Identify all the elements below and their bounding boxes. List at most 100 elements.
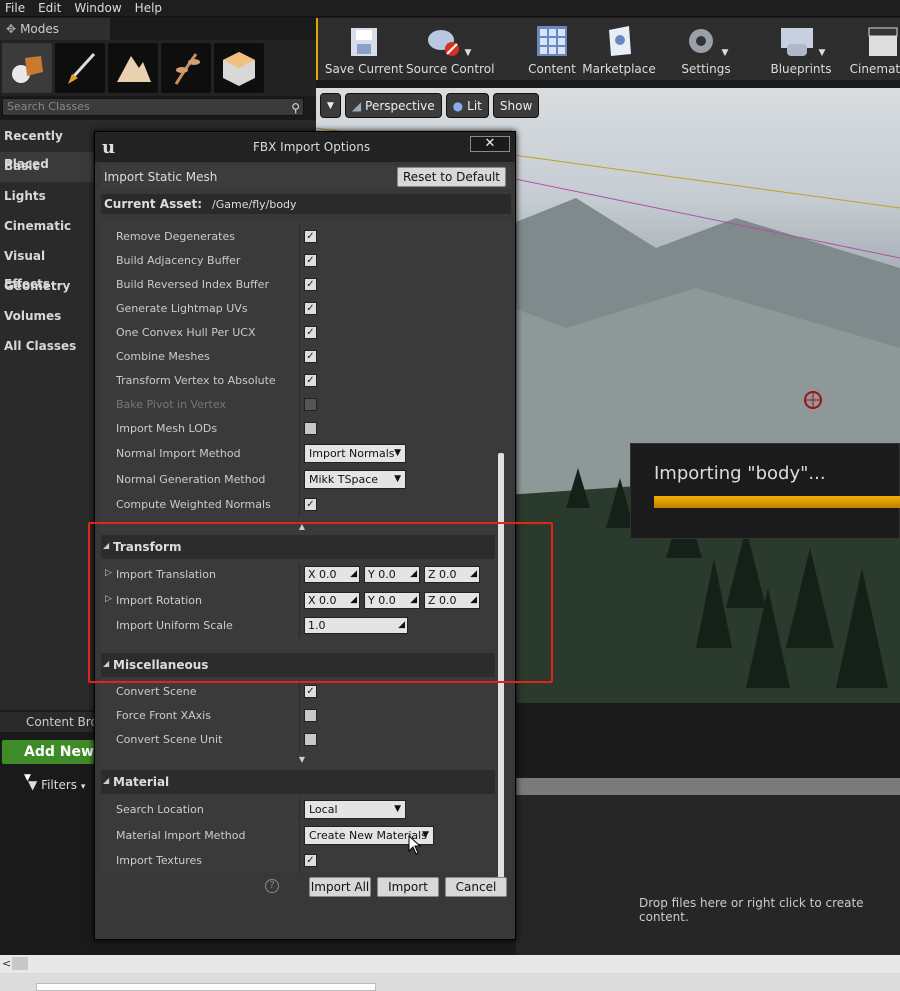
chevron-down-icon: ▼	[721, 48, 729, 58]
one-convex-hull-checkbox[interactable]: ✓	[304, 326, 317, 339]
landscape-icon	[117, 56, 151, 82]
option-import-textures: Import Textures ✓	[101, 849, 503, 873]
option-search-location: Search Location Local ▼	[101, 798, 503, 822]
menu-window[interactable]: Window	[69, 0, 129, 16]
build-reversed-index-buffer-checkbox[interactable]: ✓	[304, 278, 317, 291]
chevron-down-icon: ▼	[422, 830, 429, 840]
transform-vertex-checkbox[interactable]: ✓	[304, 374, 317, 387]
category-geometry[interactable]: Geometry	[0, 272, 95, 302]
cancel-button[interactable]: Cancel	[445, 877, 507, 897]
foliage-icon	[174, 53, 200, 85]
option-generate-lightmap-uvs: Generate Lightmap UVs ✓	[101, 297, 503, 321]
landscape-mode-button[interactable]	[108, 43, 158, 93]
category-volumes[interactable]: Volumes	[0, 302, 95, 332]
menu-edit[interactable]: Edit	[33, 0, 69, 16]
geometry-edit-icon	[223, 52, 255, 86]
remove-degenerates-checkbox[interactable]: ✓	[304, 230, 317, 243]
import-button[interactable]: Import	[377, 877, 439, 897]
option-bake-pivot-in-vertex: Bake Pivot in Vertex	[101, 393, 503, 417]
scroll-left-icon[interactable]: <	[2, 957, 11, 970]
category-all-classes[interactable]: All Classes	[0, 332, 95, 362]
option-material-import-method: Material Import Method Create New Materia…	[101, 824, 503, 848]
generate-lightmap-uvs-checkbox[interactable]: ✓	[304, 302, 317, 315]
material-section-header[interactable]: ◢ Material	[101, 770, 503, 794]
search-icon: ⚲	[291, 101, 300, 115]
menu-file[interactable]: File	[0, 0, 33, 16]
option-convert-scene-unit: Convert Scene Unit	[101, 728, 503, 752]
option-convert-scene: Convert Scene ✓	[101, 680, 503, 704]
mouse-cursor-icon	[408, 835, 422, 855]
source-control-icon	[427, 30, 459, 56]
search-location-dropdown[interactable]: Local ▼	[304, 800, 406, 819]
lit-sphere-icon: ●	[452, 98, 464, 113]
foliage-mode-button[interactable]	[161, 43, 211, 93]
close-button[interactable]: ✕	[470, 136, 510, 152]
import-all-button[interactable]: Import All	[309, 877, 371, 897]
window-taskbar	[0, 973, 900, 991]
geometry-edit-mode-button[interactable]	[214, 43, 264, 93]
combine-meshes-checkbox[interactable]: ✓	[304, 350, 317, 363]
normal-generation-method-dropdown[interactable]: Mikk TSpace ▼	[304, 470, 406, 489]
content-button[interactable]: Content	[524, 20, 580, 76]
import-textures-checkbox[interactable]: ✓	[304, 854, 317, 867]
cinematics-button[interactable]: Cinematics	[848, 20, 900, 76]
import-progress-overlay	[630, 443, 900, 539]
reset-to-default-button[interactable]: Reset to Default	[396, 167, 506, 187]
convert-scene-checkbox[interactable]: ✓	[304, 685, 317, 698]
option-remove-degenerates: Remove Degenerates ✓	[101, 225, 503, 249]
settings-button[interactable]: ▼ Settings	[672, 20, 740, 76]
source-control-button[interactable]: ▼ Source Control	[406, 20, 494, 76]
save-icon	[351, 28, 377, 56]
normal-import-method-dropdown[interactable]: Import Normals ▼	[304, 444, 406, 463]
main-toolbar: Save Current ▼ Source Control Content Ma…	[316, 18, 900, 80]
horizontal-scrollbar[interactable]: <	[0, 955, 900, 973]
search-classes-input[interactable]: Search Classes ⚲	[2, 98, 304, 116]
scroll-down-indicator[interactable]: ▼	[101, 755, 503, 765]
category-visual-effects[interactable]: Visual Effects	[0, 242, 95, 291]
blueprints-button[interactable]: ▼ Blueprints	[764, 20, 838, 76]
category-lights[interactable]: Lights	[0, 182, 95, 212]
place-mode-button[interactable]	[2, 43, 52, 93]
option-compute-weighted-normals: Compute Weighted Normals ✓	[101, 493, 503, 517]
option-force-front-xaxis: Force Front XAxis	[101, 704, 503, 728]
chevron-down-icon: ▼	[394, 804, 401, 814]
save-current-button[interactable]: Save Current	[324, 20, 404, 76]
menu-help[interactable]: Help	[130, 0, 170, 16]
unreal-logo-icon: u	[102, 137, 116, 158]
option-normal-generation-method: Normal Generation Method Mikk TSpace ▼	[101, 468, 503, 492]
add-new-button[interactable]: Add New ▼	[2, 740, 94, 783]
modes-tab[interactable]: ✥ Modes	[0, 18, 110, 40]
option-one-convex-hull-per-ucx: One Convex Hull Per UCX ✓	[101, 321, 503, 345]
perspective-button[interactable]: ◢ Perspective	[344, 93, 442, 118]
convert-scene-unit-checkbox[interactable]	[304, 733, 317, 746]
compute-weighted-normals-checkbox[interactable]: ✓	[304, 498, 317, 511]
filter-icon: ▼	[28, 778, 38, 792]
option-build-reversed-index-buffer: Build Reversed Index Buffer ✓	[101, 273, 503, 297]
option-import-mesh-lods: Import Mesh LODs	[101, 417, 503, 441]
viewport-options-button[interactable]: ▼	[320, 93, 341, 118]
marketplace-button[interactable]: Marketplace	[582, 20, 656, 76]
collapse-triangle-icon: ◢	[103, 776, 110, 785]
dialog-titlebar: u FBX Import Options ✕	[95, 132, 515, 162]
import-type-header: Import Static Mesh Reset to Default	[101, 165, 511, 189]
import-mesh-lods-checkbox[interactable]	[304, 422, 317, 435]
chevron-down-icon: ▾	[80, 782, 86, 792]
drop-files-hint: Drop files here or right click to create…	[639, 896, 864, 924]
force-front-xaxis-checkbox[interactable]	[304, 709, 317, 722]
build-adjacency-buffer-checkbox[interactable]: ✓	[304, 254, 317, 267]
option-normal-import-method: Normal Import Method Import Normals ▼	[101, 442, 503, 466]
paint-brush-icon	[68, 52, 96, 84]
taskbar-window[interactable]	[36, 983, 376, 991]
lit-button[interactable]: ● Lit	[445, 93, 489, 118]
show-button[interactable]: Show	[492, 93, 540, 118]
option-transform-vertex-to-absolute: Transform Vertex to Absolute ✓	[101, 369, 503, 393]
category-recently-placed[interactable]: Recently Placed	[0, 122, 95, 171]
help-icon[interactable]: ?	[265, 879, 279, 893]
scrollbar-thumb[interactable]	[12, 957, 28, 970]
content-browser-area[interactable]	[516, 795, 900, 955]
transform-highlight-box	[88, 522, 553, 683]
category-cinematic[interactable]: Cinematic	[0, 212, 95, 242]
gear-icon	[688, 29, 713, 53]
chevron-down-icon: ▼	[464, 48, 472, 58]
paint-mode-button[interactable]	[55, 43, 105, 93]
